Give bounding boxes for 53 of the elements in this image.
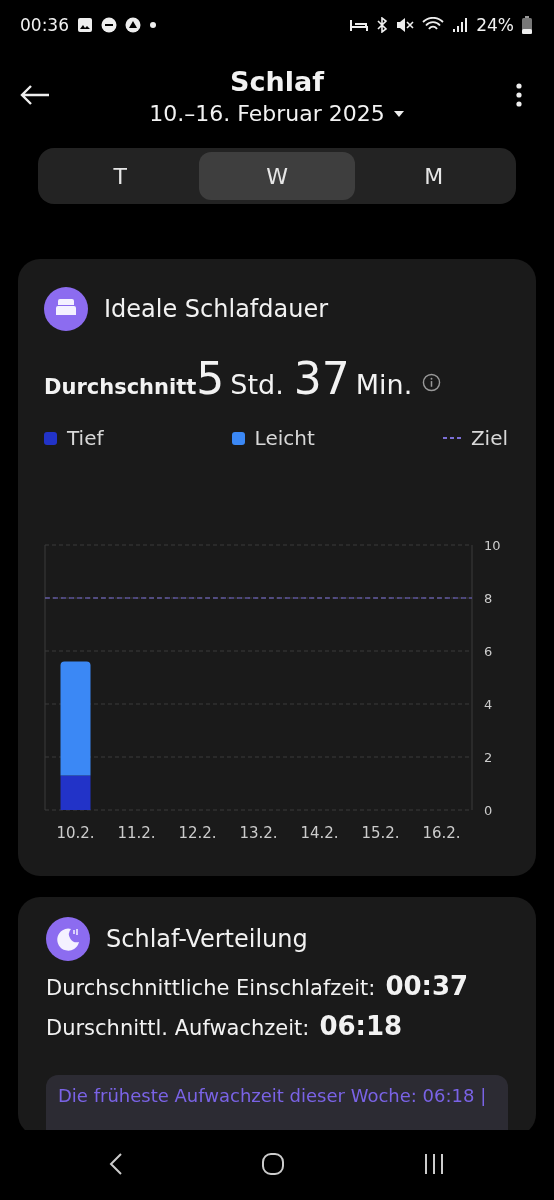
axis-tick-label: 6 [484, 644, 493, 659]
signal-icon [452, 17, 469, 33]
status-time: 00:36 [20, 15, 69, 35]
axis-tick-label: 8 [484, 591, 493, 606]
axis-tick-label: 15.2. [361, 824, 400, 842]
legend-label: Ziel [470, 426, 508, 450]
battery-percentage: 24% [476, 15, 514, 35]
time-label: Durschnittl. Aufwachzeit: [46, 1016, 310, 1040]
more-icon [516, 82, 522, 107]
hours-value: 5 [196, 353, 225, 404]
axis-tick-label: 2 [484, 750, 493, 765]
legend-label: Tief [67, 426, 104, 450]
axis-tick-label: 4 [484, 697, 493, 712]
axis-tick-label: 10 [484, 538, 501, 553]
minutes-unit: Min. [355, 369, 413, 400]
battery-icon [522, 16, 532, 34]
card-title: Ideale Schlafdauer [104, 295, 329, 323]
legend-label: Leicht [254, 426, 315, 450]
time-value: 00:37 [385, 971, 469, 1001]
period-tab[interactable]: M [355, 152, 512, 200]
axis-tick-label: 10.2. [56, 824, 95, 842]
card-title: Schlaf-Verteilung [106, 925, 308, 953]
caret-icon [392, 109, 405, 118]
bed-icon [44, 287, 88, 331]
gallery-icon [77, 17, 93, 33]
axis-tick-label: 12.2. [178, 824, 217, 842]
app-notification-icon [125, 17, 141, 33]
info-icon[interactable] [422, 373, 442, 392]
mute-icon [396, 17, 415, 33]
moon-icon [46, 917, 90, 961]
average-label: Durchschnitt [44, 375, 197, 399]
axis-tick-label: 16.2. [422, 824, 461, 842]
chevron-icon [109, 1151, 123, 1176]
time-label: Durchschnittliche Einschlafzeit: [46, 976, 376, 1000]
hours-unit: Std. [230, 369, 284, 400]
axis-tick-label: 11.2. [117, 824, 156, 842]
do-not-disturb-icon [101, 17, 117, 33]
back-arrow-icon [20, 83, 50, 106]
period-tab[interactable]: W [198, 152, 356, 200]
bed-icon [350, 18, 369, 32]
time-value: 06:18 [319, 1011, 403, 1041]
period-tab[interactable]: T [42, 152, 199, 200]
axis-tick-label: 14.2. [300, 824, 339, 842]
bluetooth-icon [376, 17, 389, 33]
axis-tick-label: 0 [484, 803, 493, 818]
dot-icon [149, 21, 157, 29]
recent-apps-icon [423, 1152, 445, 1175]
page-title: Schlaf [230, 66, 324, 97]
date-range-dropdown[interactable]: 10.–16. Februar 2025 [149, 101, 405, 126]
summary-note: Die früheste Aufwachzeit dieser Woche: 06:18 | [46, 1075, 508, 1130]
minutes-value: 37 [293, 353, 350, 404]
axis-tick-label: 13.2. [239, 824, 278, 842]
home-icon [261, 1151, 285, 1176]
